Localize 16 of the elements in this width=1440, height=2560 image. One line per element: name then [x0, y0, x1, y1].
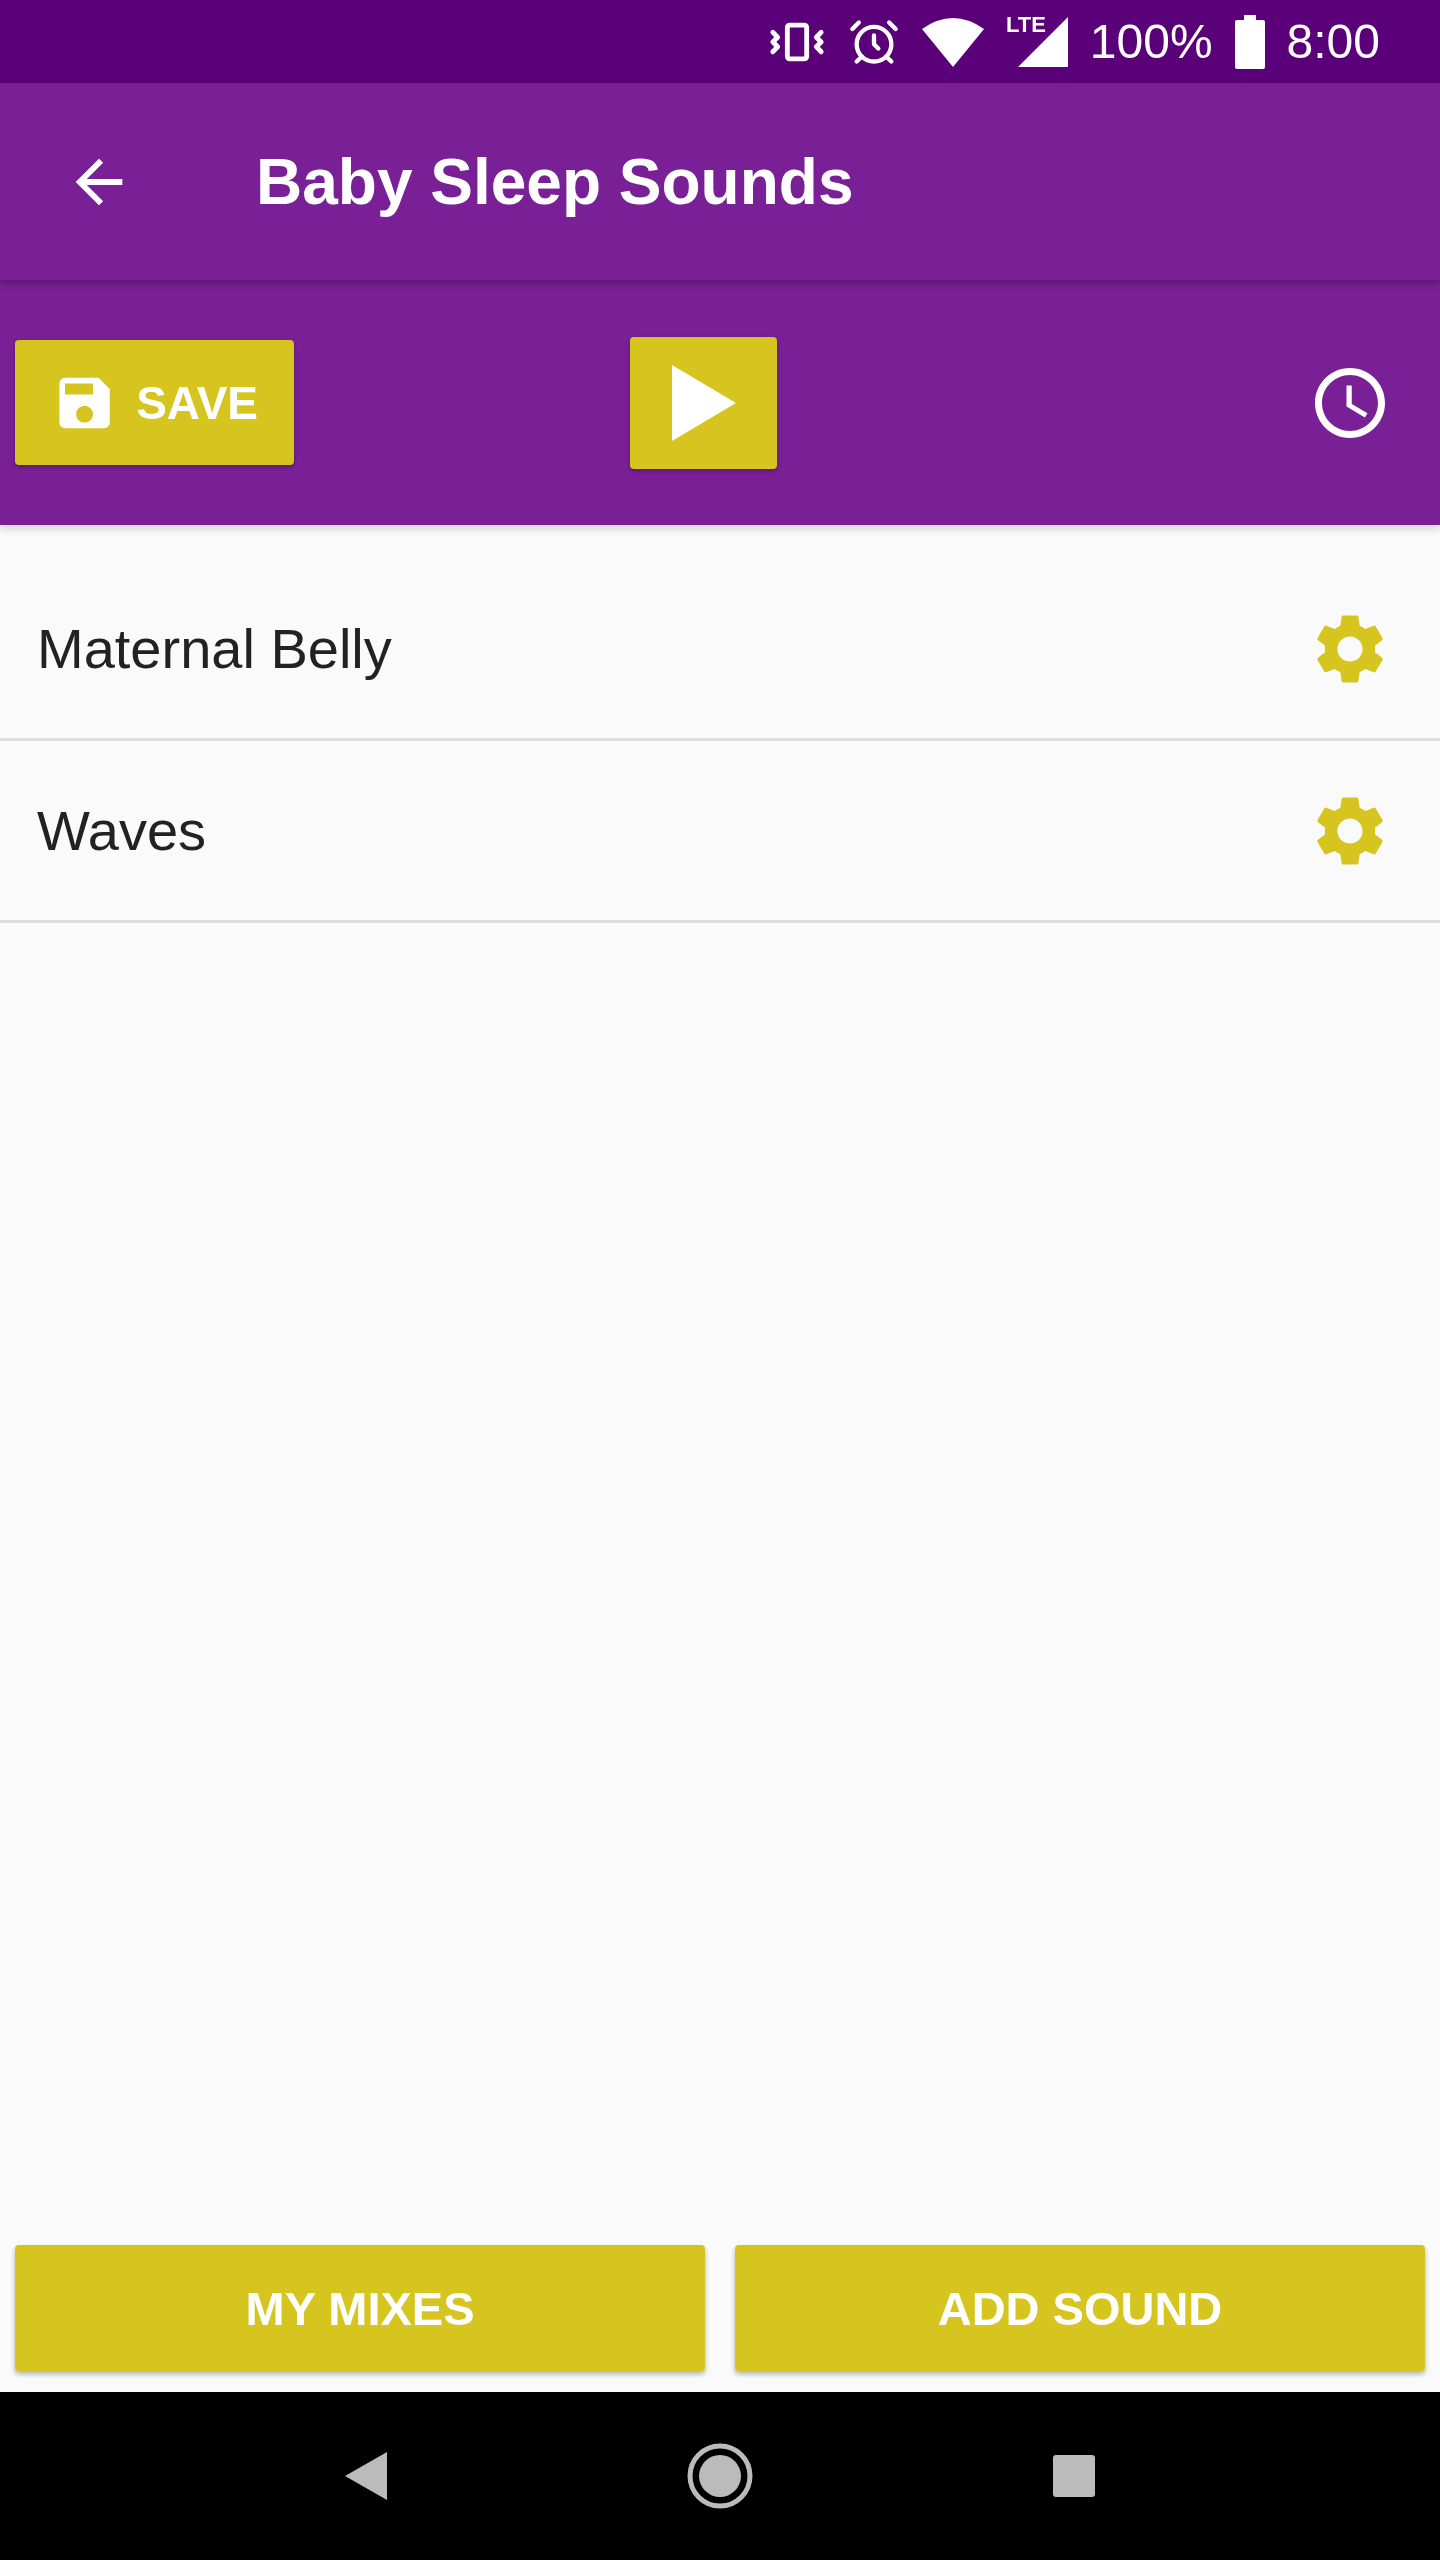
sound-row[interactable]: Waves: [0, 741, 1440, 923]
battery-level: 100%: [1089, 14, 1213, 69]
sound-row[interactable]: Maternal Belly: [0, 559, 1440, 741]
action-button[interactable]: ADD SOUND: [735, 2245, 1425, 2371]
battery-icon: [1234, 14, 1265, 69]
network-type: LTE: [1005, 12, 1046, 38]
clock-time: 8:00: [1286, 14, 1380, 69]
sound-name: Maternal Belly: [37, 616, 392, 681]
save-button[interactable]: SAVE: [15, 340, 294, 465]
sound-name: Waves: [37, 798, 207, 863]
action-button[interactable]: MY MIXES: [15, 2245, 705, 2371]
screen-title: Baby Sleep Sounds: [256, 144, 854, 219]
wifi-icon: [921, 16, 984, 67]
back-icon[interactable]: [345, 2452, 387, 2500]
play-icon: [671, 364, 736, 441]
home-icon[interactable]: [687, 2443, 753, 2509]
